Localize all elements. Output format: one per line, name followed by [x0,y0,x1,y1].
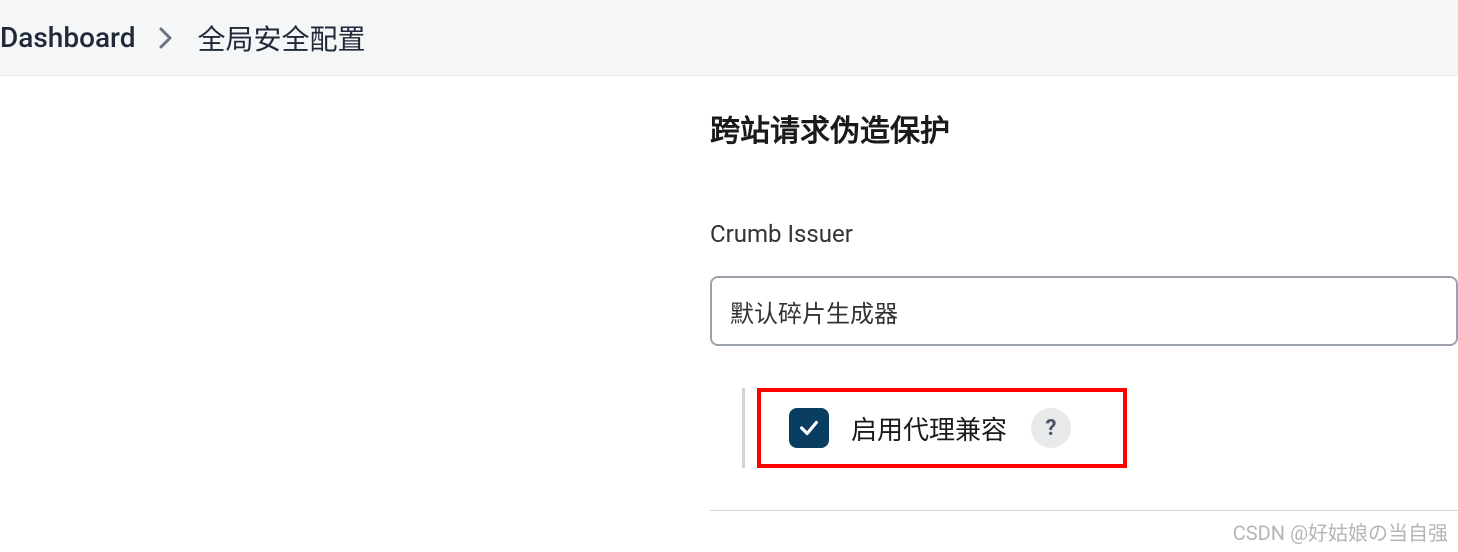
proxy-compat-checkbox[interactable] [789,408,829,448]
help-icon[interactable]: ? [1031,408,1071,448]
indent-bar [742,388,745,468]
watermark: CSDN @好姑娘の当自强 [1233,517,1448,546]
crumb-issuer-label: Crumb Issuer [710,220,1458,248]
chevron-right-icon [159,27,173,49]
proxy-compat-label[interactable]: 启用代理兼容 [851,410,1007,447]
proxy-compat-row: 启用代理兼容 ? [742,388,1458,468]
breadcrumb-item-security[interactable]: 全局安全配置 [197,18,365,58]
divider [710,510,1458,511]
breadcrumb-item-dashboard[interactable]: Dashboard [0,21,135,54]
breadcrumb: Dashboard 全局安全配置 [0,0,1458,76]
highlight-box: 启用代理兼容 ? [757,388,1127,468]
crumb-issuer-selected: 默认碎片生成器 [730,294,898,329]
crumb-issuer-select[interactable]: 默认碎片生成器 [710,276,1458,346]
check-icon [798,417,820,439]
main-content: 跨站请求伪造保护 Crumb Issuer 默认碎片生成器 启用代理兼容 ? [0,76,1458,511]
section-title: 跨站请求伪造保护 [710,106,1458,150]
